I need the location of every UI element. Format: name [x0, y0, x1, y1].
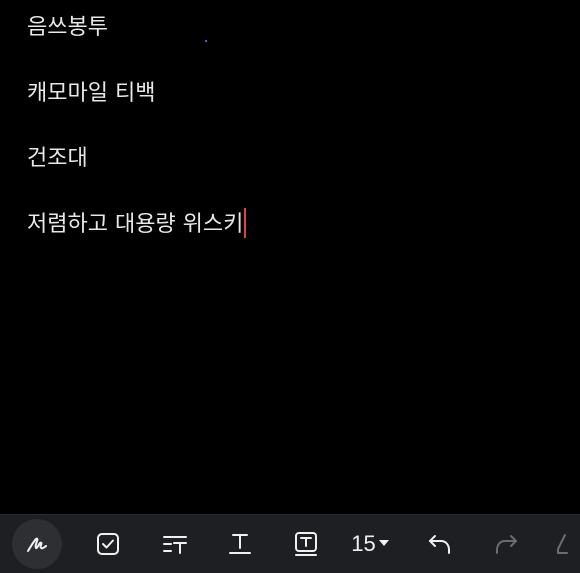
redo-icon [496, 535, 517, 554]
stray-pixel [205, 40, 207, 42]
handwriting-pen-button[interactable] [10, 515, 64, 573]
text-style-button[interactable] [155, 515, 195, 573]
checkbox-icon [97, 533, 119, 555]
handwriting-pen-icon [27, 537, 47, 552]
text-caret [244, 208, 247, 238]
caret-down-icon [378, 540, 389, 546]
underline-text-icon [229, 534, 251, 554]
note-line[interactable]: 저렴하고 대용량 위스키 [27, 208, 247, 240]
underline-text-button[interactable] [220, 515, 260, 573]
redo-button[interactable] [486, 515, 526, 573]
checkbox-button[interactable] [88, 515, 128, 573]
note-line[interactable]: 음쓰봉투 [27, 13, 108, 43]
font-size-value: 15 [351, 531, 376, 556]
pen-tool-icon [557, 534, 568, 554]
text-box-button[interactable] [286, 515, 326, 573]
font-size-dropdown[interactable]: 15 [342, 515, 398, 573]
note-line[interactable]: 캐모마일 티백 [27, 79, 155, 109]
text-style-icon [163, 536, 187, 554]
bottom-toolbar: 15 [0, 514, 580, 573]
text-box-icon [295, 532, 317, 556]
note-line-text: 저렴하고 대용량 위스키 [27, 212, 244, 237]
note-line-text: 건조대 [27, 146, 88, 171]
note-line-text: 캐모마일 티백 [27, 81, 156, 106]
undo-icon [429, 535, 450, 554]
pen-button-background [12, 519, 62, 569]
pen-tool-button[interactable] [548, 515, 580, 573]
note-line-text: 음쓰봉투 [27, 15, 108, 40]
undo-button[interactable] [420, 515, 460, 573]
note-editor[interactable]: 음쓰봉투 캐모마일 티백 건조대 저렴하고 대용량 위스키 [0, 0, 580, 514]
note-line[interactable]: 건조대 [27, 144, 88, 174]
